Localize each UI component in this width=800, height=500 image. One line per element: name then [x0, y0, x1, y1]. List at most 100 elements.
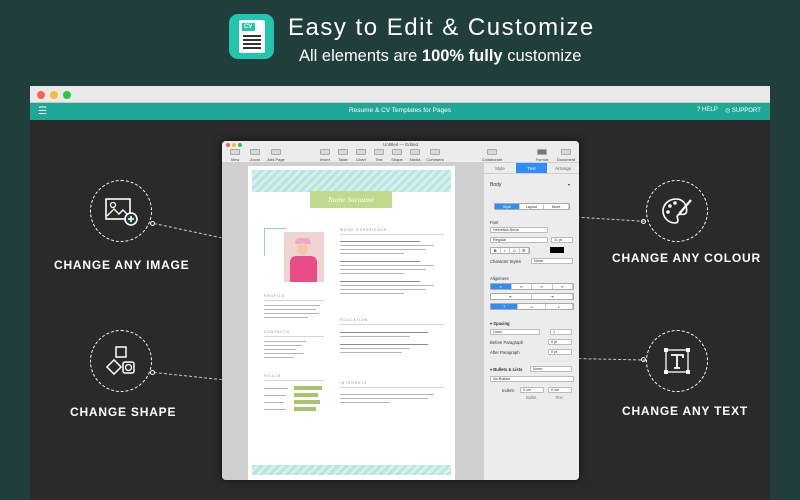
toolbar-label: Chart	[356, 157, 366, 162]
align-middle-button[interactable]: ⊥	[518, 304, 546, 309]
anchor-dot	[641, 219, 646, 224]
document-canvas: Name Surname PROFILE CONTACTS SKILLS WOR…	[222, 163, 483, 480]
anchor-dot	[641, 357, 646, 362]
toolbar-label: Format	[535, 157, 549, 162]
section-heading[interactable]: PROFILE	[264, 294, 285, 298]
font-size-field[interactable]: 11 pt	[551, 237, 573, 243]
outdent-button[interactable]: ⇤	[491, 294, 532, 299]
toolbar-table[interactable]: Table	[333, 149, 353, 162]
font-weight-select[interactable]: Regular	[490, 237, 548, 243]
subtab-layout[interactable]: Layout	[519, 204, 545, 209]
maximize-window-button[interactable]	[63, 91, 71, 99]
toolbar-label: Document	[556, 157, 576, 162]
callout-text	[646, 330, 708, 392]
toolbar-shape[interactable]: Shape	[387, 149, 407, 162]
app-bar: ☰ Resume & CV Templates for Pages ? HELP…	[30, 103, 770, 120]
help-button[interactable]: ? HELP	[697, 107, 718, 113]
section-heading[interactable]: WORK EXPERIENCE	[340, 228, 387, 232]
align-right-button[interactable]: ≡	[532, 284, 553, 289]
help-label: HELP	[702, 107, 718, 113]
align-left-button[interactable]: ≡	[491, 284, 512, 289]
text-frame-icon	[646, 330, 708, 392]
tab-text[interactable]: Text	[515, 163, 548, 173]
before-paragraph-field[interactable]: 0 pt	[548, 339, 572, 345]
spacing-mode-select[interactable]: Lines	[490, 329, 540, 335]
align-justify-button[interactable]: ≡	[552, 284, 573, 289]
tab-style[interactable]: Style	[484, 163, 516, 173]
minimize-window-button[interactable]	[50, 91, 58, 99]
spacing-label: ▾ Spacing	[490, 321, 510, 326]
align-center-button[interactable]: ≡	[511, 284, 532, 289]
toolbar-text[interactable]: Text	[369, 149, 389, 162]
toolbar-label: Shape	[391, 157, 403, 162]
subheadline-text-end: customize	[502, 47, 582, 65]
toolbar-format[interactable]: Format	[532, 149, 552, 162]
bullet-type-select[interactable]: No Bullets	[490, 376, 574, 382]
text-color-swatch[interactable]	[550, 247, 564, 253]
section-heading[interactable]: EDUCATION	[340, 318, 368, 322]
align-bottom-button[interactable]: ⊥	[545, 304, 573, 309]
section-heading[interactable]: CONTACTS	[264, 330, 290, 334]
vertical-align-buttons: ⊤ ⊥ ⊥	[490, 303, 574, 310]
section-heading[interactable]: INTERESTS	[340, 381, 368, 385]
app-title: Resume & CV Templates for Pages	[348, 107, 452, 114]
toolbar-comment[interactable]: Comment	[425, 149, 445, 162]
bold-button[interactable]: B	[491, 248, 501, 253]
indent-button[interactable]: ⇥	[532, 294, 573, 299]
support-button[interactable]: ◎ SUPPORT	[725, 107, 761, 114]
toolbar-media[interactable]: Media	[405, 149, 425, 162]
char-styles-select[interactable]: None	[531, 258, 573, 264]
toolbar-add-page[interactable]: Add Page	[266, 149, 286, 162]
text-caption: Text	[555, 395, 563, 400]
toolbar-zoom[interactable]: Zoom	[245, 149, 265, 162]
toolbar-view[interactable]: View	[225, 149, 245, 162]
lifebuoy-icon: ◎	[725, 108, 731, 114]
profile-photo[interactable]	[284, 232, 324, 282]
subheadline: All elements are 100% fully customize	[299, 47, 581, 66]
section-heading[interactable]: SKILLS	[264, 374, 281, 378]
bullets-label-text: Bullets & Lists	[493, 367, 523, 372]
chevron-down-icon[interactable]: ▾	[568, 182, 570, 187]
alignment-buttons: ≡ ≡ ≡ ≡	[490, 283, 574, 290]
callout-colour	[646, 180, 708, 242]
name-box[interactable]: Name Surname	[310, 191, 392, 208]
toolbar-label: Add Page	[267, 157, 285, 162]
anchor-dot	[150, 221, 155, 226]
support-label: SUPPORT	[731, 108, 761, 114]
underline-button[interactable]: U	[510, 248, 520, 253]
bottom-stripe	[252, 465, 451, 475]
text-subtabs: Style Layout More	[494, 203, 570, 210]
align-top-button[interactable]: ⊤	[491, 304, 519, 309]
subtab-more[interactable]: More	[544, 204, 569, 209]
char-styles-label: Character Styles	[490, 259, 521, 264]
toolbar-insert[interactable]: Insert	[315, 149, 335, 162]
close-window-button[interactable]	[37, 91, 45, 99]
toolbar-chart[interactable]: Chart	[351, 149, 371, 162]
italic-button[interactable]: I	[500, 248, 510, 253]
bullets-select[interactable]: None	[530, 366, 572, 372]
text-indent-field[interactable]: 0 cm	[548, 387, 572, 393]
indent-buttons: ⇤ ⇥	[490, 293, 574, 300]
pages-doc-title: Untitled — Edited	[382, 142, 419, 147]
anchor-dot	[257, 250, 262, 255]
font-name-select[interactable]: Helvetica Neue	[490, 227, 548, 233]
before-paragraph-label: Before Paragraph	[490, 340, 524, 345]
gear-icon[interactable]: ⚙	[519, 248, 529, 253]
subheadline-bold: 100% fully	[421, 47, 503, 65]
callout-label-shape: CHANGE SHAPE	[70, 405, 177, 419]
palette-icon	[646, 180, 708, 242]
subtab-style[interactable]: Style	[495, 204, 520, 209]
resume-page[interactable]: Name Surname PROFILE CONTACTS SKILLS WOR…	[248, 166, 455, 480]
alignment-label: Alignment	[490, 276, 509, 281]
after-paragraph-field[interactable]: 0 pt	[548, 349, 572, 355]
toolbar-collaborate[interactable]: Collaborate	[479, 149, 505, 162]
tab-arrange[interactable]: Arrange	[547, 163, 579, 173]
spacing-value-field[interactable]: 1	[550, 329, 572, 335]
toolbar-document[interactable]: Document	[554, 149, 578, 162]
headline: Easy to Edit & Customize	[288, 14, 595, 41]
bullet-indent-field[interactable]: 0 cm	[520, 387, 544, 393]
toolbar-label: Zoom	[249, 157, 261, 162]
toolbar-label: Comment	[426, 157, 444, 162]
toolbar-label: Media	[409, 157, 421, 162]
paragraph-style[interactable]: Body	[490, 182, 501, 188]
